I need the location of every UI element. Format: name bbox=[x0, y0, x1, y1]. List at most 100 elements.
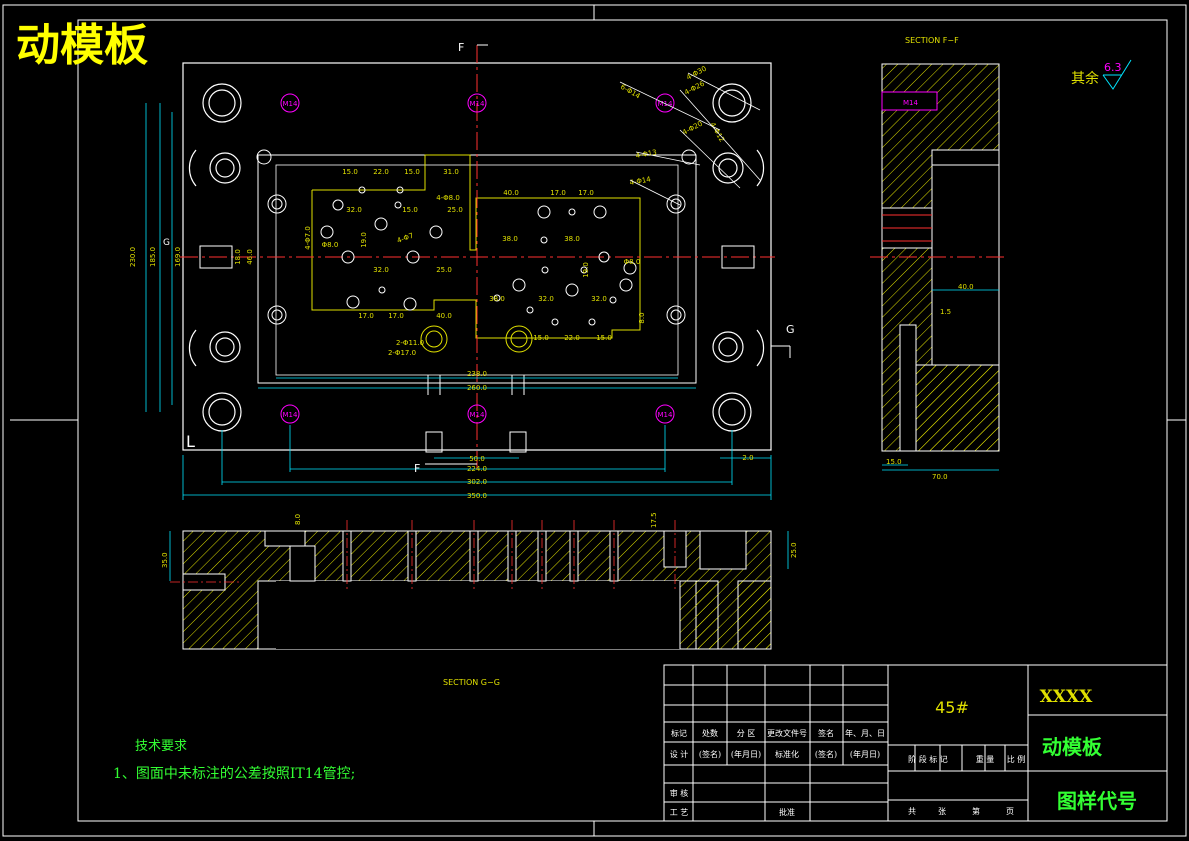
roughness-value: 6.3 bbox=[1104, 61, 1122, 74]
dim: 17.0 bbox=[358, 312, 374, 320]
dim: 17.0 bbox=[578, 189, 594, 197]
dim: Φ8.0 bbox=[624, 258, 641, 266]
ff-dim-1-5: 1.5 bbox=[940, 308, 951, 316]
dim: 22.0 bbox=[373, 168, 389, 176]
tb-design-0: 设 计 bbox=[670, 749, 689, 759]
dim: 17.0 bbox=[550, 189, 566, 197]
dim: 8.0 bbox=[638, 312, 646, 323]
dim: 32.0 bbox=[346, 206, 362, 214]
cut-g-right: G bbox=[786, 323, 795, 336]
dim: 15.0 bbox=[404, 168, 420, 176]
dim: 32.0 bbox=[538, 295, 554, 303]
dim: 4-Φ7.0 bbox=[304, 226, 312, 250]
dim: 22.0 bbox=[564, 334, 580, 342]
ff-dim-70: 70.0 bbox=[932, 473, 948, 481]
tech-item-1: 1、图面中未标注的公差按照IT14管控; bbox=[113, 766, 355, 782]
dim-260: 260.0 bbox=[467, 384, 487, 392]
section-gg: 8.0 17.5 25.0 35.0 SECTION G−G bbox=[161, 512, 798, 687]
gg-dim-35: 35.0 bbox=[161, 552, 169, 568]
title-block-text: 标记 处数 分 区 更改文件号 签名 年、月、日 设 计 (签名) (年月日) … bbox=[670, 728, 1026, 817]
m14-label: M14 bbox=[470, 100, 485, 108]
dim-46: 46.0 bbox=[246, 249, 254, 265]
dim: 19.0 bbox=[582, 262, 590, 278]
dim-230: 230.0 bbox=[129, 247, 137, 267]
m14-label: M14 bbox=[658, 411, 673, 419]
cut-f-top: F bbox=[458, 41, 464, 54]
dim: 38.0 bbox=[502, 235, 518, 243]
tech-heading: 技术要求 bbox=[135, 739, 187, 754]
gg-dim-25: 25.0 bbox=[790, 542, 798, 558]
dim-50: 50.0 bbox=[469, 455, 485, 463]
m14-label: M14 bbox=[283, 411, 298, 419]
tb-design-1: (签名) bbox=[699, 749, 721, 759]
callout-4-phi7: 4-Φ7 bbox=[396, 232, 415, 245]
tb-weight: 重 量 bbox=[976, 754, 995, 764]
dim-350: 350.0 bbox=[467, 492, 487, 500]
dim: 2-Φ17.0 bbox=[388, 349, 416, 357]
tb-rev-5: 年、月、日 bbox=[845, 728, 885, 738]
tb-footer-2: 第 bbox=[972, 806, 980, 816]
roughness-symbol: 其余 6.3 bbox=[1071, 59, 1132, 90]
dim: 40.0 bbox=[436, 312, 452, 320]
dim: 38.0 bbox=[564, 235, 580, 243]
dimension-lines bbox=[145, 103, 772, 500]
tb-company: XXXX bbox=[1040, 687, 1094, 707]
dim: 4-Φ8.0 bbox=[436, 194, 460, 202]
cut-f-bottom: F bbox=[414, 462, 420, 475]
tb-design-4: (签名) bbox=[815, 749, 837, 759]
tb-design-3: 标准化 bbox=[775, 749, 799, 759]
tb-rev-1: 处数 bbox=[702, 728, 718, 738]
dim-302: 302.0 bbox=[467, 478, 487, 486]
small-dims: 15.0 22.0 15.0 31.0 40.0 17.0 17.0 32.0 … bbox=[322, 168, 641, 357]
dim: 31.0 bbox=[443, 168, 459, 176]
corner-mark: L bbox=[186, 432, 195, 451]
tb-rev-4: 签名 bbox=[818, 728, 834, 738]
gg-dim-17-5: 17.5 bbox=[650, 512, 658, 528]
tb-footer-0: 共 bbox=[908, 807, 916, 816]
dim-224: 224.0 bbox=[467, 465, 487, 473]
dim: 32.0 bbox=[591, 295, 607, 303]
dim: 32.0 bbox=[373, 266, 389, 274]
cad-drawing: 动模板 M14 M14 M14 M14 M14 M14 230.0 185.0 … bbox=[2, 4, 1187, 837]
ff-m14-label: M14 bbox=[903, 99, 918, 107]
tb-material: 45# bbox=[935, 698, 969, 717]
tb-scale: 比 例 bbox=[1007, 754, 1026, 764]
dim: 25.0 bbox=[447, 206, 463, 214]
dim: 15.0 bbox=[533, 334, 549, 342]
dim: 38.0 bbox=[489, 295, 505, 303]
tb-rev-2: 分 区 bbox=[737, 729, 756, 738]
dim: Φ8.0 bbox=[322, 241, 339, 249]
dim-169: 169.0 bbox=[174, 247, 182, 267]
dim: 15.0 bbox=[596, 334, 612, 342]
ff-dim-15: 15.0 bbox=[886, 458, 902, 466]
section-gg-title: SECTION G−G bbox=[443, 678, 500, 687]
dimension-texts: 230.0 185.0 169.0 18.0 46.0 50.0 224.0 3… bbox=[129, 247, 754, 500]
tb-design-5: (年月日) bbox=[850, 749, 880, 759]
pin-holes bbox=[320, 186, 637, 326]
dim: 25.0 bbox=[436, 266, 452, 274]
title-overlay: 动模板 bbox=[16, 20, 148, 71]
ff-dim-40: 40.0 bbox=[958, 283, 974, 291]
dim: 2-Φ11.0 bbox=[396, 339, 424, 347]
tb-process: 工 艺 bbox=[670, 808, 689, 817]
callout-6-phi14: 6-Φ14 bbox=[619, 83, 642, 101]
dim: 15.0 bbox=[342, 168, 358, 176]
dim-238: 238.0 bbox=[467, 370, 487, 378]
sheet-border bbox=[2, 4, 1187, 837]
dim: 17.0 bbox=[388, 312, 404, 320]
dim: 40.0 bbox=[503, 189, 519, 197]
m14-label: M14 bbox=[283, 100, 298, 108]
dim-185: 185.0 bbox=[149, 247, 157, 267]
plan-view: M14 M14 M14 M14 M14 M14 230.0 185.0 169.… bbox=[129, 41, 795, 500]
tb-part-name: 动模板 bbox=[1042, 735, 1103, 759]
section-ff-title: SECTION F−F bbox=[905, 36, 959, 45]
tb-review: 审 核 bbox=[670, 788, 689, 798]
dim: 15.0 bbox=[402, 206, 418, 214]
tb-footer-3: 页 bbox=[1006, 807, 1014, 816]
tb-stage: 阶 段 标 记 bbox=[908, 754, 948, 764]
cut-g-left: G bbox=[163, 238, 170, 248]
tb-rev-3: 更改文件号 bbox=[767, 728, 807, 738]
gg-dim-8: 8.0 bbox=[294, 514, 302, 525]
dim-18: 18.0 bbox=[234, 249, 242, 265]
section-ff: SECTION F−F M14 40.0 1.5 15.0 70.0 bbox=[870, 36, 1005, 481]
